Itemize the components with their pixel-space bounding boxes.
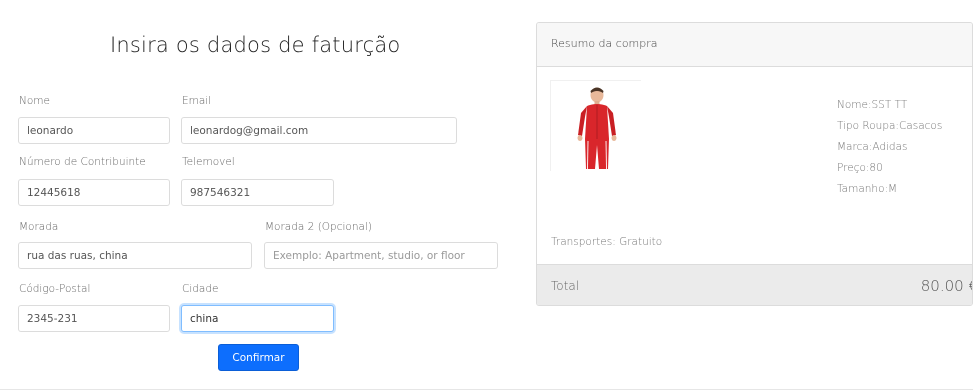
form-title: Insira os dados de faturção <box>110 33 401 57</box>
total-bar: Total 80.00 € <box>537 264 973 305</box>
product-type: Tipo Roupa:Casacos <box>837 120 943 132</box>
morada-input[interactable] <box>18 242 252 269</box>
product-details: Nome:SST TT Tipo Roupa:Casacos Marca:Adi… <box>837 95 942 200</box>
total-value: 80.00 € <box>920 277 973 295</box>
product-price: Preço:80 <box>837 162 883 174</box>
morada-label: Morada <box>19 221 59 233</box>
morada2-label: Morada 2 (Opcional) <box>265 221 372 233</box>
morada2-input[interactable] <box>264 242 498 269</box>
telemovel-label: Telemovel <box>182 156 235 168</box>
summary-header: Resumo da compra <box>537 23 972 67</box>
total-label: Total <box>551 279 580 293</box>
product-brand: Marca:Adidas <box>837 141 908 153</box>
confirm-button[interactable]: Confirmar <box>218 344 299 371</box>
email-label: Email <box>182 95 212 107</box>
order-summary-card: Resumo da compra Nome:SST TT Tipo Roupa:… <box>536 22 973 306</box>
transport-info: Transportes: Gratuito <box>551 236 663 248</box>
contribuinte-label: Número de Contribuinte <box>19 156 146 168</box>
footer-divider <box>0 389 973 390</box>
red-tracksuit-icon <box>551 81 642 172</box>
summary-title: Resumo da compra <box>551 37 658 50</box>
product-name: Nome:SST TT <box>837 99 908 111</box>
contribuinte-input[interactable] <box>18 179 170 206</box>
product-size: Tamanho:M <box>837 183 898 195</box>
product-image <box>550 80 642 172</box>
telemovel-input[interactable] <box>181 179 334 206</box>
email-input[interactable] <box>181 117 457 144</box>
codigo-postal-input[interactable] <box>18 305 170 332</box>
nome-input[interactable] <box>18 117 170 144</box>
cidade-label: Cidade <box>182 283 219 295</box>
cidade-input[interactable] <box>181 305 334 332</box>
nome-label: Nome <box>19 95 50 107</box>
codigo-postal-label: Código-Postal <box>19 283 91 295</box>
